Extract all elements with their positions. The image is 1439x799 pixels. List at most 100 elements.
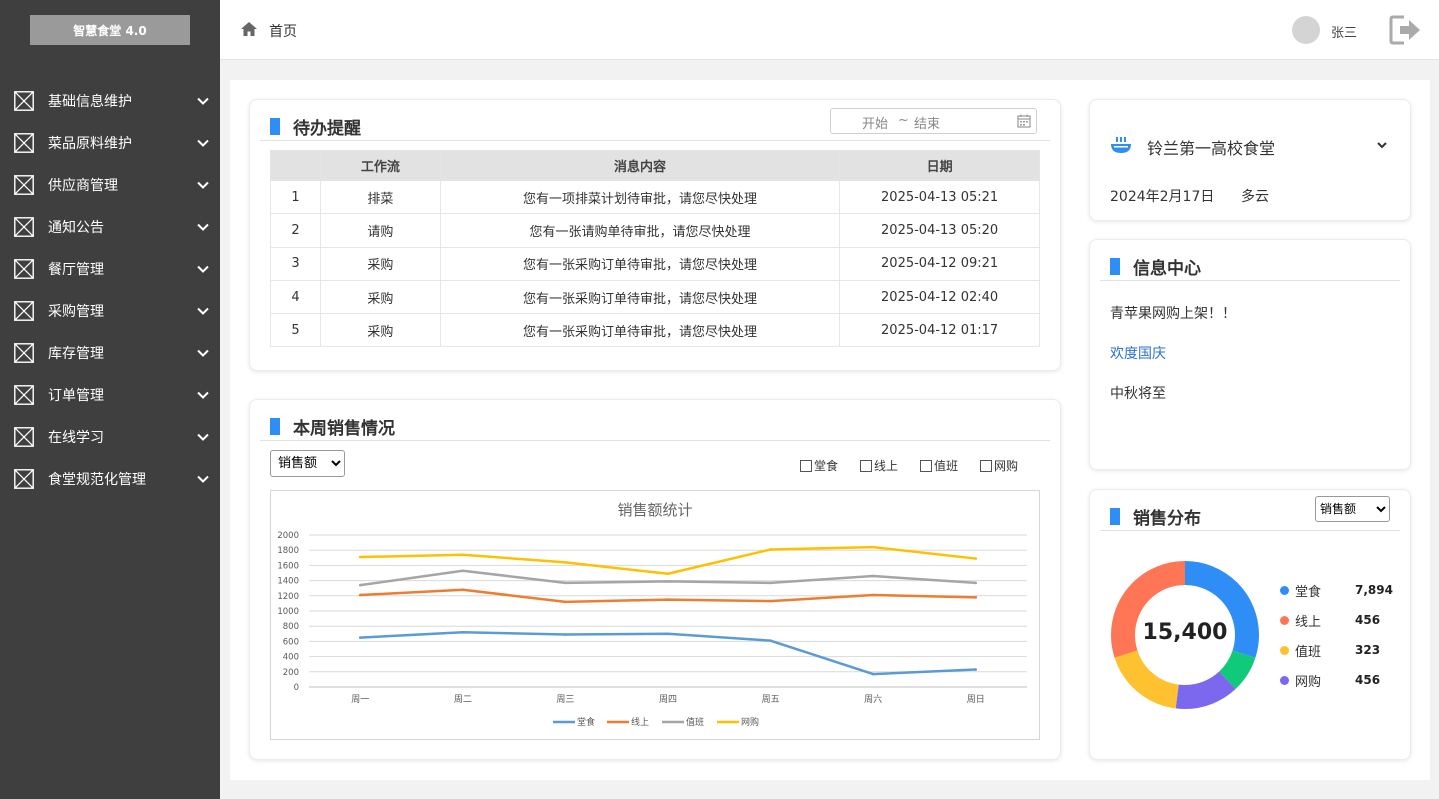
column-header: 消息内容 bbox=[439, 150, 841, 181]
chevron-down-icon[interactable] bbox=[196, 262, 210, 276]
placeholder-icon bbox=[14, 259, 34, 279]
table-row[interactable]: 2 请购 您有一张请购单待审批，请您尽快处理 2025-04-13 05:20 bbox=[270, 213, 1040, 248]
todo-title: 待办提醒 bbox=[293, 119, 361, 139]
calendar-icon[interactable] bbox=[1017, 114, 1031, 128]
data-point bbox=[666, 632, 670, 636]
data-point bbox=[358, 593, 362, 597]
data-point bbox=[564, 600, 567, 604]
home-icon[interactable] bbox=[240, 20, 258, 38]
chart-canvas: 销售额统计 0 200 400 600 800 1000 1200 1400 1600 1800 20… bbox=[277, 501, 1027, 728]
checkbox[interactable] bbox=[920, 459, 932, 472]
notice-item[interactable]: 中秋将至 bbox=[1110, 383, 1166, 403]
date-separator: ~ bbox=[898, 113, 909, 128]
sidebar-item[interactable]: 采购管理 bbox=[0, 290, 220, 332]
x-tick-label: 周五 bbox=[762, 694, 780, 705]
y-tick-label: 1200 bbox=[277, 592, 299, 602]
table-cell: 2025-04-13 05:20 bbox=[839, 213, 1040, 248]
series-filter-checkbox[interactable]: 网购 bbox=[980, 457, 1018, 474]
chevron-down-icon[interactable] bbox=[196, 472, 210, 486]
sidebar-item[interactable]: 订单管理 bbox=[0, 374, 220, 416]
sidebar-item-label: 库存管理 bbox=[48, 346, 104, 362]
breadcrumb-home[interactable]: 首页 bbox=[269, 21, 297, 41]
sidebar-item[interactable]: 库存管理 bbox=[0, 332, 220, 374]
distribution-metric-select[interactable]: 销售额 bbox=[1315, 496, 1390, 522]
column-header bbox=[270, 150, 321, 181]
chevron-down-icon[interactable] bbox=[196, 430, 210, 444]
notice-item[interactable]: 欢度国庆 bbox=[1110, 343, 1166, 363]
legend-value: 7,894 bbox=[1355, 583, 1393, 597]
sidebar-item-label: 菜品原料维护 bbox=[48, 136, 132, 152]
column-header: 日期 bbox=[839, 150, 1040, 181]
chevron-down-icon[interactable] bbox=[196, 220, 210, 234]
chevron-down-icon[interactable] bbox=[196, 388, 210, 402]
series-filter-checkbox[interactable]: 线上 bbox=[860, 457, 898, 474]
legend-value: 456 bbox=[1355, 673, 1381, 687]
sidebar-item[interactable]: 食堂规范化管理 bbox=[0, 458, 220, 500]
distribution-title: 销售分布 bbox=[1133, 509, 1201, 529]
table-cell: 您有一项排菜计划待审批，请您尽快处理 bbox=[439, 179, 841, 215]
sidebar-item-label: 在线学习 bbox=[48, 430, 104, 446]
chevron-down-icon[interactable] bbox=[196, 94, 210, 108]
data-point bbox=[769, 548, 772, 551]
chevron-down-icon[interactable] bbox=[196, 136, 210, 150]
date-start-placeholder: 开始 bbox=[862, 117, 889, 132]
info-center-title: 信息中心 bbox=[1133, 259, 1201, 279]
sidebar-item[interactable]: 通知公告 bbox=[0, 206, 220, 248]
canteen-name[interactable]: 铃兰第一高校食堂 bbox=[1147, 135, 1275, 159]
legend-dot bbox=[1280, 675, 1289, 685]
table-cell: 5 bbox=[270, 313, 321, 348]
legend-label: 堂食 bbox=[577, 716, 595, 728]
chevron-down-icon[interactable] bbox=[196, 178, 210, 192]
top-header: 首页 张三 bbox=[220, 0, 1439, 60]
avatar[interactable] bbox=[1292, 16, 1320, 44]
data-point bbox=[461, 630, 465, 634]
placeholder-icon bbox=[14, 91, 34, 111]
legend-name: 堂食 bbox=[1295, 584, 1322, 600]
logout-icon[interactable] bbox=[1388, 14, 1422, 46]
checkbox[interactable] bbox=[860, 459, 872, 472]
data-point bbox=[974, 557, 978, 560]
x-tick-label: 周四 bbox=[659, 694, 677, 705]
date-end-placeholder: 结束 bbox=[914, 117, 941, 132]
placeholder-icon bbox=[14, 217, 34, 237]
sidebar-item[interactable]: 餐厅管理 bbox=[0, 248, 220, 290]
series-filter-checkbox[interactable]: 值班 bbox=[920, 457, 958, 474]
table-cell: 您有一张请购单待审批，请您尽快处理 bbox=[439, 213, 841, 248]
placeholder-icon bbox=[14, 385, 34, 405]
info-center-card: 信息中心 青苹果网购上架！！ 欢度国庆 中秋将至 bbox=[1089, 239, 1411, 470]
date-range-picker[interactable]: 开始 ~ 结束 bbox=[830, 108, 1037, 134]
table-cell: 1 bbox=[270, 179, 321, 215]
canteen-icon bbox=[1111, 137, 1131, 153]
notice-item[interactable]: 青苹果网购上架！！ bbox=[1110, 303, 1236, 323]
table-row[interactable]: 5 采购 您有一张采购订单待审批，请您尽快处理 2025-04-12 01:17 bbox=[270, 313, 1040, 348]
table-row[interactable]: 3 采购 您有一张采购订单待审批，请您尽快处理 2025-04-12 09:21 bbox=[270, 246, 1040, 281]
checkbox[interactable] bbox=[980, 459, 992, 472]
sidebar-item[interactable]: 供应商管理 bbox=[0, 164, 220, 206]
checkbox[interactable] bbox=[800, 459, 812, 472]
sidebar-item-label: 餐厅管理 bbox=[48, 262, 104, 278]
checkbox-label: 线上 bbox=[874, 459, 899, 473]
data-point bbox=[564, 633, 567, 636]
data-point bbox=[358, 636, 362, 639]
weekly-sales-title: 本周销售情况 bbox=[293, 419, 395, 439]
metric-select[interactable]: 销售额 bbox=[270, 450, 345, 477]
main-content: 待办提醒 开始 ~ 结束 工作流 消息内容 日期 1 排菜 您有一项排菜计划待审批，请您… bbox=[230, 80, 1430, 780]
chevron-down-icon[interactable] bbox=[196, 346, 210, 360]
sidebar-item[interactable]: 在线学习 bbox=[0, 416, 220, 458]
data-point bbox=[974, 581, 978, 585]
chevron-down-icon[interactable] bbox=[1375, 138, 1389, 152]
chevron-down-icon[interactable] bbox=[196, 304, 210, 318]
table-cell: 2025-04-12 02:40 bbox=[839, 279, 1040, 315]
x-tick-label: 周日 bbox=[967, 694, 985, 705]
series-filter-checkbox[interactable]: 堂食 bbox=[800, 457, 838, 474]
sidebar-item[interactable]: 基础信息维护 bbox=[0, 80, 220, 122]
user-name[interactable]: 张三 bbox=[1331, 22, 1357, 41]
donut-total: 15,400 bbox=[1142, 620, 1228, 645]
checkbox-label: 堂食 bbox=[814, 459, 839, 473]
table-cell: 请购 bbox=[319, 213, 441, 248]
table-row[interactable]: 1 排菜 您有一项排菜计划待审批，请您尽快处理 2025-04-13 05:21 bbox=[270, 179, 1040, 215]
table-row[interactable]: 4 采购 您有一张采购订单待审批，请您尽快处理 2025-04-12 02:40 bbox=[270, 279, 1040, 315]
sidebar-item-label: 通知公告 bbox=[48, 220, 104, 236]
checkbox-label: 值班 bbox=[934, 459, 959, 473]
sidebar-item[interactable]: 菜品原料维护 bbox=[0, 122, 220, 164]
